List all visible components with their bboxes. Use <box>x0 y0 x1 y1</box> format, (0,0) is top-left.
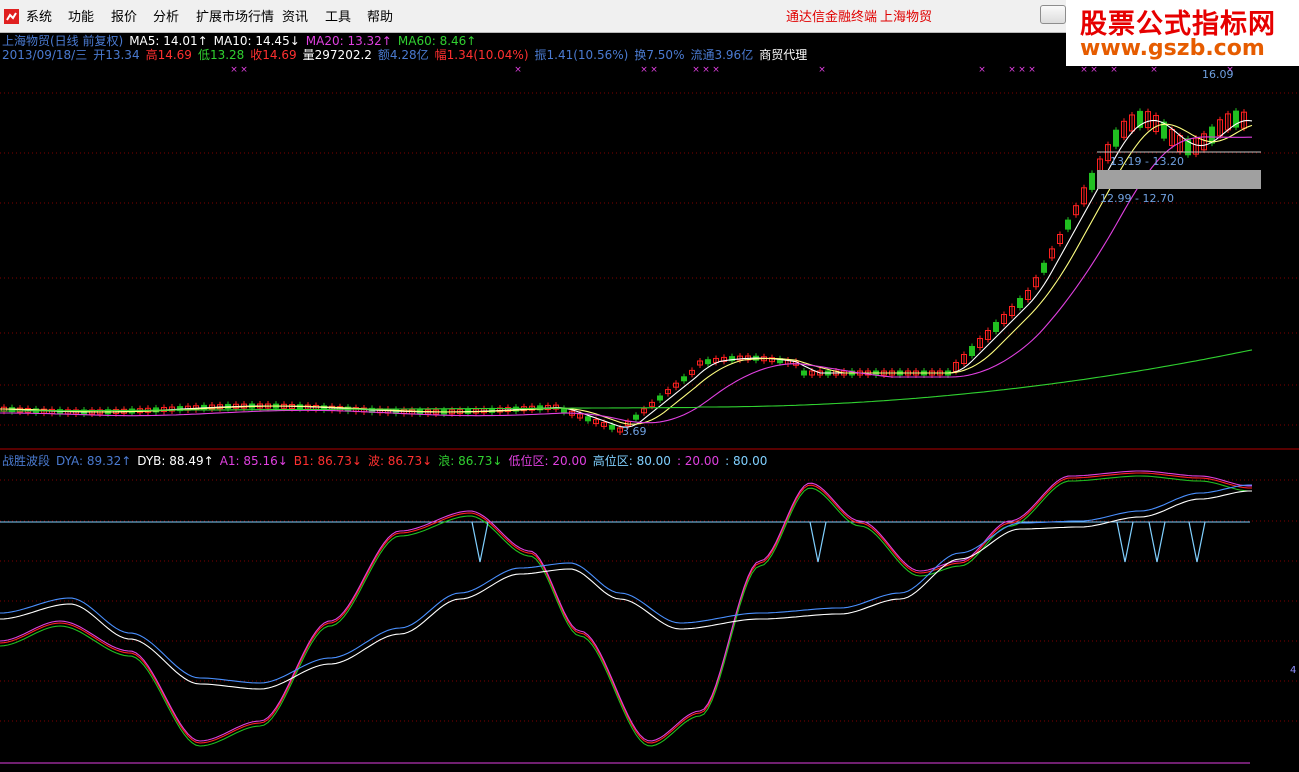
dya-blue-line <box>0 484 1252 684</box>
candle-body <box>1065 219 1071 230</box>
candle-body <box>801 370 807 376</box>
app-logo-icon <box>4 9 19 24</box>
v-signal-marker <box>1188 521 1206 563</box>
terminal-title-link[interactable]: 通达信金融终端 <box>786 10 877 26</box>
a1-magenta-line <box>0 470 1252 742</box>
candle-body <box>585 416 591 422</box>
ma5-line <box>0 119 1253 428</box>
v-signal-marker <box>809 521 827 563</box>
candle-body <box>681 376 687 382</box>
candle-body <box>609 424 615 430</box>
wave-green-line <box>0 475 1252 747</box>
price-info-item-1: 开13.34 <box>93 48 140 62</box>
price-info-item-8: 振1.41(10.56%) <box>534 48 629 62</box>
stock-name-link[interactable]: 上海物贸 <box>880 10 932 26</box>
low-price-label: 3.69 <box>622 425 647 438</box>
price-info-item-0: 2013/09/18/三 <box>2 48 88 62</box>
right-axis-value: 4 <box>1290 665 1297 676</box>
price-info-item-4: 收14.69 <box>250 48 297 62</box>
candle-body <box>561 407 567 413</box>
menu-function[interactable]: 功能 <box>68 10 94 26</box>
candle-body <box>633 414 639 420</box>
price-info-item-6: 额4.28亿 <box>377 48 429 62</box>
menu-extended-market[interactable]: 扩展市场行情 <box>196 10 274 26</box>
price-info-item-5: 量297202.2 <box>302 48 372 62</box>
candle-body <box>705 359 711 365</box>
price-info-item-10: 流通3.96亿 <box>690 48 754 62</box>
signal-marker: × <box>1080 65 1088 75</box>
candle-body <box>993 322 999 332</box>
menu-tools[interactable]: 工具 <box>325 10 351 26</box>
wave-red-line <box>0 472 1252 744</box>
price-info-bar: 2013/09/18/三 开13.34 高14.69 低13.28 收14.69 量297… <box>2 48 813 62</box>
signal-marker: × <box>1110 65 1118 75</box>
signal-marker: × <box>1018 65 1026 75</box>
price-info-item-3: 低13.28 <box>197 48 245 62</box>
signal-marker: × <box>692 65 700 75</box>
signal-marker: × <box>240 65 248 75</box>
candle-body <box>1113 129 1119 147</box>
high-price-label: 16.09 <box>1202 68 1234 81</box>
menu-help[interactable]: 帮助 <box>367 10 393 26</box>
menu-news[interactable]: 资讯 <box>282 10 308 26</box>
candle-body <box>1089 172 1095 190</box>
signal-marker: × <box>640 65 648 75</box>
legend-item-2: MA10: 14.45↓ <box>213 34 300 48</box>
zone-label-upper: 13.19 - 13.20 <box>1110 155 1184 168</box>
signal-marker: × <box>1028 65 1036 75</box>
price-info-item-7: 幅1.34(10.04%) <box>434 48 529 62</box>
indicator-item-10: : 80.00 <box>725 454 768 468</box>
signal-marker: × <box>712 65 720 75</box>
ma20-line <box>0 136 1252 424</box>
menu-analysis[interactable]: 分析 <box>153 10 179 26</box>
indicator-item-6: 浪: 86.73↓ <box>438 454 503 468</box>
candle-body <box>657 395 663 401</box>
signal-marker: × <box>230 65 238 75</box>
price-info-item-11: 商贸代理 <box>759 48 808 62</box>
indicator-item-9: : 20.00 <box>676 454 720 468</box>
ma10-line <box>0 123 1253 425</box>
indicator-item-4: B1: 86.73↓ <box>293 454 362 468</box>
candle-body <box>1041 262 1047 273</box>
v-signal-marker <box>1148 521 1166 563</box>
main-chart-legend: 上海物贸(日线 前复权) MA5: 14.01↑ MA10: 14.45↓ MA20:… <box>2 34 482 48</box>
minimize-button[interactable] <box>1040 5 1066 24</box>
indicator-legend: 战胜波段 DYA: 89.32↑ DYB: 88.49↑ A1: 85.16↓ B1: … <box>2 454 773 468</box>
chart-canvas[interactable]: × × × × × × × × × × × × × × × × × × <box>0 33 1299 772</box>
candle-body <box>969 346 975 356</box>
signal-marker: × <box>1090 65 1098 75</box>
menu-quote[interactable]: 报价 <box>111 10 137 26</box>
legend-item-4: MA60: 8.46↑ <box>397 34 477 48</box>
legend-item-3: MA20: 13.32↑ <box>305 34 392 48</box>
signal-marker: × <box>650 65 658 75</box>
price-info-item-2: 高14.69 <box>145 48 192 62</box>
legend-item-1: MA5: 14.01↑ <box>129 34 208 48</box>
legend-item-0: 上海物贸(日线 前复权) <box>2 34 124 48</box>
menu-system[interactable]: 系统 <box>26 10 52 26</box>
v-signal-marker <box>1116 521 1134 563</box>
price-zone-box <box>1097 170 1261 189</box>
candle-body <box>1017 298 1023 308</box>
signal-marker: × <box>702 65 710 75</box>
indicator-item-8: 高位区: 80.00 <box>592 454 671 468</box>
signal-marker: × <box>818 65 826 75</box>
signal-marker: × <box>978 65 986 75</box>
indicator-item-7: 低位区: 20.00 <box>508 454 587 468</box>
ma60-line <box>0 349 1253 412</box>
indicator-item-3: A1: 85.16↓ <box>219 454 288 468</box>
indicator-item-0: 战胜波段 <box>2 454 51 468</box>
indicator-item-5: 波: 86.73↓ <box>367 454 433 468</box>
v-signal-marker <box>471 521 489 563</box>
chart-area[interactable]: × × × × × × × × × × × × × × × × × × 上海物贸(日线 前复权) MA5: 14.0… <box>0 33 1299 772</box>
price-info-item-9: 换7.50% <box>634 48 685 62</box>
signal-marker: × <box>514 65 522 75</box>
signal-marker: × <box>1150 65 1158 75</box>
zone-label-lower: 12.99 - 12.70 <box>1100 192 1174 205</box>
indicator-item-1: DYA: 89.32↑ <box>56 454 132 468</box>
signal-marker: × <box>1008 65 1016 75</box>
indicator-item-2: DYB: 88.49↑ <box>137 454 214 468</box>
